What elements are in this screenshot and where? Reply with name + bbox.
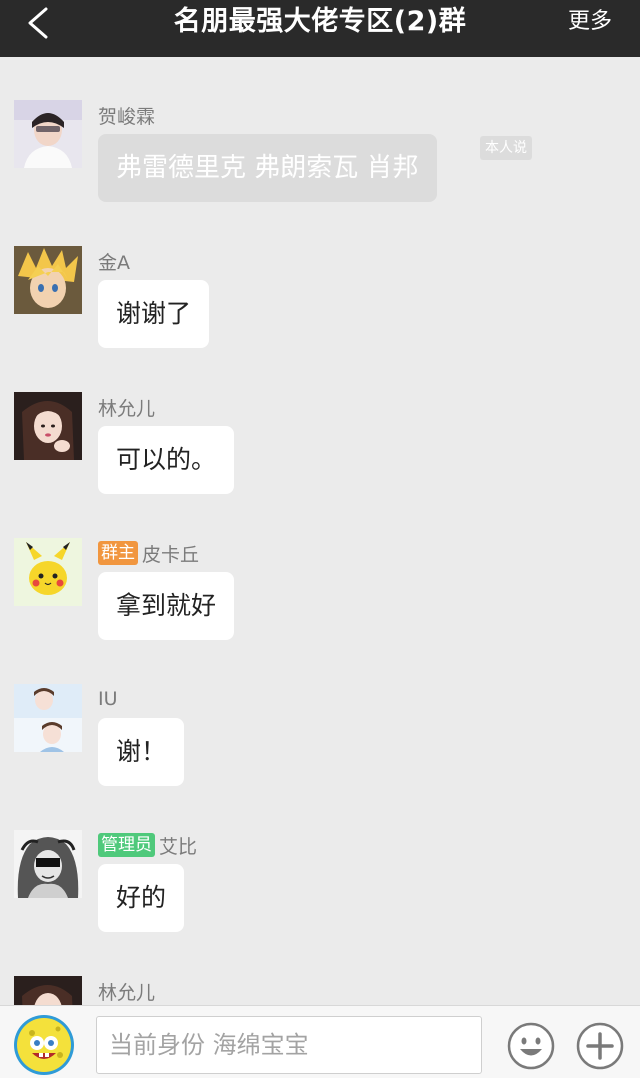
sender-name: 金A xyxy=(98,251,130,274)
message-bubble[interactable]: 好的 xyxy=(98,864,185,932)
sender-name: IU xyxy=(98,688,118,710)
message-bubble[interactable]: 拿到就好 xyxy=(98,572,235,640)
chat-header: 名朋最强大佬专区(2)群 更多 xyxy=(0,0,640,57)
sender-name: 林允儿 xyxy=(98,981,156,1004)
more-button[interactable]: 更多 xyxy=(568,0,612,44)
owner-badge: 群主 xyxy=(98,541,138,565)
admin-badge: 管理员 xyxy=(98,833,155,857)
avatar[interactable] xyxy=(14,246,82,314)
avatar[interactable] xyxy=(14,392,82,460)
avatar[interactable] xyxy=(14,538,82,606)
avatar[interactable] xyxy=(14,976,82,1005)
message-bubble[interactable]: 谢！ xyxy=(98,718,185,786)
sender-name: 皮卡丘 xyxy=(142,543,200,566)
message-input[interactable]: 当前身份 海绵宝宝 xyxy=(96,1016,482,1074)
sender-name: 艾比 xyxy=(159,835,198,858)
message-bubble[interactable]: 可以的。 xyxy=(98,426,235,494)
message-bubble[interactable]: 谢谢了 xyxy=(98,280,210,348)
self-said-tag: 本人说 xyxy=(480,136,532,160)
sender-name: 林允儿 xyxy=(98,397,156,420)
plus-button[interactable] xyxy=(576,1022,624,1070)
avatar[interactable] xyxy=(14,100,82,168)
chat-title: 名朋最强大佬专区(2)群 xyxy=(173,6,467,37)
input-bar: 当前身份 海绵宝宝 xyxy=(0,1005,640,1078)
smiley-icon xyxy=(507,1022,555,1070)
chat-area[interactable]: 贺峻霖 弗雷德里克 弗朗索瓦 肖邦 本人说 金A 谢谢了 林允儿 可以的。 群主… xyxy=(0,57,640,1005)
message-bubble[interactable]: 弗雷德里克 弗朗索瓦 肖邦 xyxy=(98,134,437,202)
sender-name: 贺峻霖 xyxy=(98,105,156,128)
emoji-button[interactable] xyxy=(507,1022,555,1070)
identity-avatar[interactable] xyxy=(14,1015,74,1075)
avatar[interactable] xyxy=(14,684,82,752)
plus-icon xyxy=(576,1022,624,1070)
avatar[interactable] xyxy=(14,830,82,898)
